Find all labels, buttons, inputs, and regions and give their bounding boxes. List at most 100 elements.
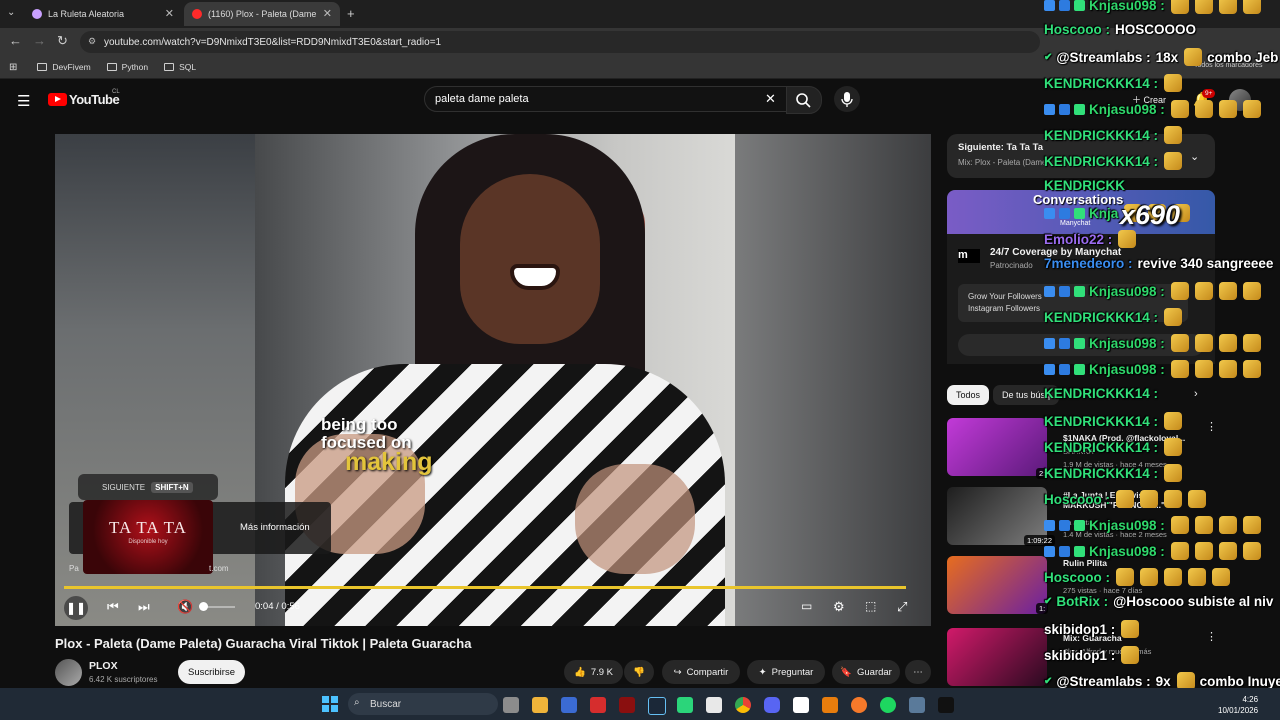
chat-text: revive 340 sangreeee xyxy=(1137,256,1274,271)
chat-username: KENDRICKKK14 : xyxy=(1044,127,1159,143)
app-icon[interactable] xyxy=(677,697,693,713)
up-next-title: Siguiente: Ta Ta Ta xyxy=(958,142,1043,153)
pause-button[interactable]: ❚❚ xyxy=(64,596,88,620)
chat-badge-icon xyxy=(1074,363,1085,375)
taskbar-clock[interactable]: 4:26 10/01/2026 xyxy=(1218,694,1258,716)
video-player[interactable]: being too focused on making SIGUIENTE SH… xyxy=(55,134,931,626)
windows-start-icon[interactable] xyxy=(322,696,338,712)
chrome-icon[interactable] xyxy=(735,697,751,713)
chat-username: KENDRICKKK14 : xyxy=(1044,153,1159,169)
discord-icon[interactable] xyxy=(764,697,780,713)
related-thumbnail[interactable] xyxy=(947,628,1047,686)
share-button[interactable]: ↪ Compartir xyxy=(662,660,740,684)
like-button[interactable]: 👍 7.9 K xyxy=(564,660,623,684)
chat-username: Knjasu098 : xyxy=(1089,101,1165,117)
previous-button[interactable]: ⏮ xyxy=(107,599,119,615)
volume-slider[interactable] xyxy=(205,606,235,608)
new-tab-button[interactable]: + xyxy=(347,6,355,21)
channel-name[interactable]: PLOX xyxy=(89,660,118,672)
microphone-icon xyxy=(841,92,853,107)
chat-emote-icon xyxy=(1212,568,1230,586)
search-button[interactable] xyxy=(786,86,822,114)
chat-username: Knja xyxy=(1089,205,1119,221)
site-info-icon[interactable]: ⚙ xyxy=(88,36,96,47)
chat-emote-icon xyxy=(1242,334,1261,352)
close-tab-icon[interactable]: ✕ xyxy=(323,7,332,20)
bookmark-sql[interactable]: SQL xyxy=(164,62,196,72)
blender-icon[interactable] xyxy=(851,697,867,713)
app-icon[interactable] xyxy=(561,697,577,713)
ask-button[interactable]: ✦ Preguntar xyxy=(747,660,825,684)
chat-emote-icon xyxy=(1116,490,1134,508)
more-vertical-icon[interactable]: ⋮ xyxy=(1206,420,1217,433)
chat-message: skibidop1 : xyxy=(1044,646,1140,664)
forward-button[interactable]: → xyxy=(33,33,46,48)
mute-button[interactable]: 🔇 xyxy=(177,599,193,615)
youtube-logo-icon[interactable] xyxy=(48,93,67,106)
clear-search-icon[interactable]: ✕ xyxy=(765,91,776,107)
app-icon[interactable] xyxy=(619,697,635,713)
chat-username: Knjasu098 : xyxy=(1089,517,1165,533)
chat-emote-icon xyxy=(1218,100,1237,118)
app-icon[interactable] xyxy=(822,697,838,713)
chat-emote-icon xyxy=(1188,490,1206,508)
chevron-down-icon[interactable]: ⌄ xyxy=(1190,150,1199,163)
reload-button[interactable]: ↻ xyxy=(57,33,68,49)
bookmark-python[interactable]: Python xyxy=(106,62,148,72)
taskbar-search[interactable]: ⌕ Buscar xyxy=(348,693,498,715)
settings-button[interactable]: ⚙ xyxy=(833,599,845,615)
close-tab-icon[interactable]: ✕ xyxy=(165,7,174,20)
channel-avatar[interactable] xyxy=(55,659,82,686)
search-icon xyxy=(796,93,811,108)
spotify-icon[interactable] xyxy=(880,697,896,713)
back-button[interactable]: ← xyxy=(9,33,22,48)
save-button[interactable]: 🔖 Guardar xyxy=(832,660,900,684)
apps-grid-icon[interactable]: ⊞ xyxy=(9,62,17,73)
more-info-button[interactable]: Más información xyxy=(240,522,310,533)
more-actions-button[interactable]: ⋯ xyxy=(905,660,931,684)
search-icon: ⌕ xyxy=(354,697,360,708)
bookmark-devfivem[interactable]: DevFivem xyxy=(37,62,91,72)
next-button[interactable]: ⏭ xyxy=(138,599,150,615)
app-icon[interactable] xyxy=(909,697,925,713)
clock-time: 4:26 xyxy=(1242,695,1259,704)
app-icon[interactable] xyxy=(706,697,722,713)
volume-slider-knob[interactable] xyxy=(199,602,208,611)
overlay-text: t.com xyxy=(209,564,229,573)
chip-todos[interactable]: Todos xyxy=(947,385,990,405)
chat-badge-icon xyxy=(1074,285,1085,297)
menu-icon[interactable]: ☰ xyxy=(17,92,30,110)
task-view-icon[interactable] xyxy=(503,697,519,713)
app-icon[interactable] xyxy=(938,697,954,713)
folder-icon xyxy=(37,63,48,71)
voice-search-button[interactable] xyxy=(834,86,860,112)
related-thumbnail[interactable] xyxy=(947,556,1047,614)
chat-badge-icon xyxy=(1044,0,1055,11)
more-vertical-icon[interactable]: ⋮ xyxy=(1206,630,1217,643)
chat-username: Hoscooo : xyxy=(1044,491,1110,507)
app-icon[interactable] xyxy=(590,697,606,713)
chat-message: ✔ @Streamlabs :18x combo Jeb xyxy=(1044,48,1278,66)
dislike-button[interactable]: 👎 xyxy=(624,660,654,684)
related-thumbnail[interactable] xyxy=(947,418,1047,476)
address-bar[interactable]: ⚙ youtube.com/watch?v=D9NmixdT3E0&list=R… xyxy=(80,31,1040,53)
subtitles-button[interactable]: ▭ xyxy=(801,599,812,613)
tab-list-icon[interactable]: ⌄ xyxy=(7,7,15,18)
person-hand xyxy=(575,464,695,574)
chat-message: Hoscooo : xyxy=(1044,490,1206,508)
steam-icon[interactable] xyxy=(648,697,666,715)
chat-message: Hoscooo : HOSCOOOO xyxy=(1044,22,1196,37)
combo-multiplier: x690 xyxy=(1120,200,1181,230)
chevron-right-icon[interactable]: › xyxy=(1194,388,1198,400)
fullscreen-button[interactable]: ⤢ xyxy=(897,599,907,615)
subscribe-button[interactable]: Suscribirse xyxy=(178,660,245,684)
file-explorer-icon[interactable] xyxy=(532,697,548,713)
tab-ruleta[interactable]: La Ruleta Aleatoria ✕ xyxy=(24,2,182,26)
thumbs-up-icon: 👍 xyxy=(573,666,586,678)
search-input[interactable]: paleta dame paleta ✕ xyxy=(424,86,788,112)
theater-mode-button[interactable]: ⬚ xyxy=(865,599,876,613)
chat-message: skibidop1 : xyxy=(1044,620,1140,638)
notion-icon[interactable] xyxy=(793,697,809,713)
tab-plox[interactable]: (1160) Plox - Paleta (Dame ✕ xyxy=(184,2,340,26)
chat-text: 18x xyxy=(1155,49,1179,65)
